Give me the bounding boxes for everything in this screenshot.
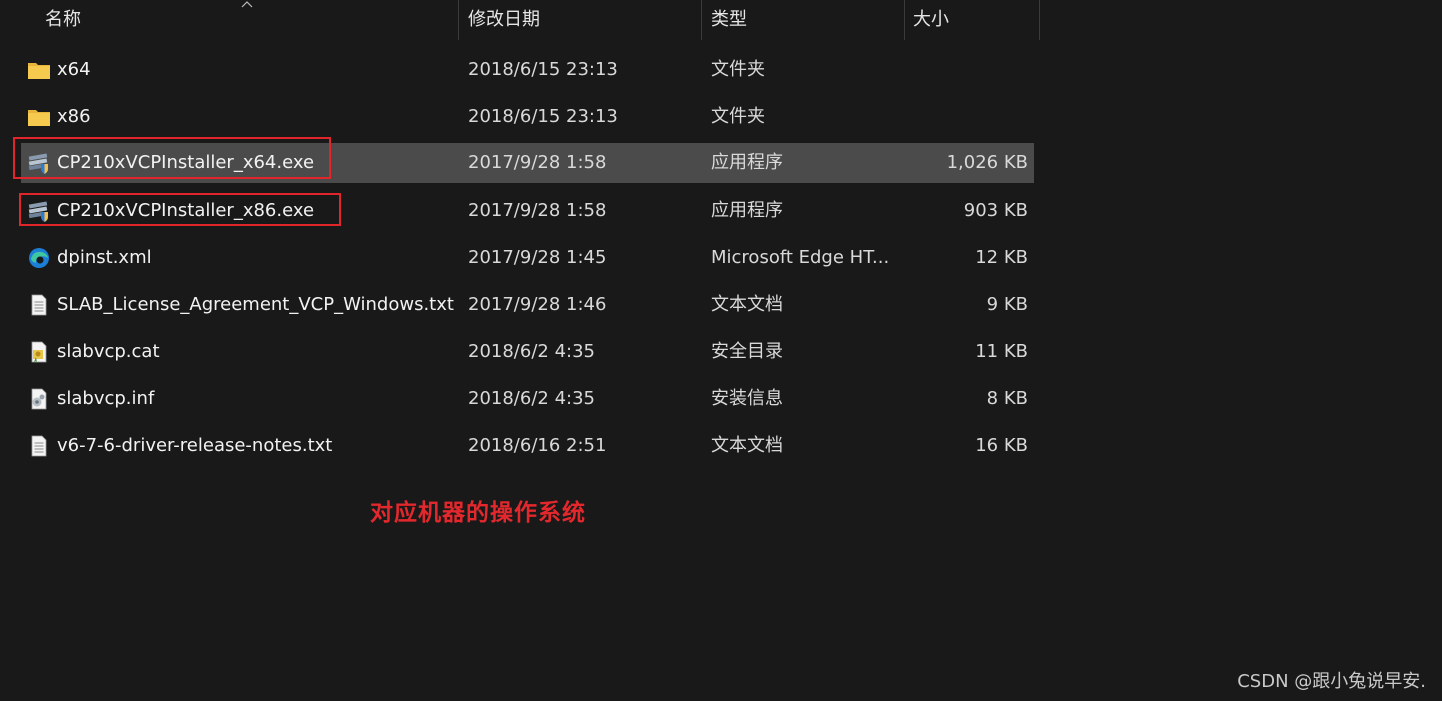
file-size <box>901 50 1028 90</box>
file-size: 8 KB <box>986 388 1028 409</box>
column-divider[interactable] <box>701 0 702 40</box>
file-name: slabvcp.cat <box>57 341 160 362</box>
file-explorer-view: 名称 修改日期 类型 大小 x64 2018/6/15 23:13 文件夹 x8… <box>0 0 1442 701</box>
column-header-bar: 名称 修改日期 类型 大小 <box>0 0 1040 40</box>
file-type: 安装信息 <box>711 388 783 409</box>
file-type: Microsoft Edge HT... <box>711 247 890 268</box>
setup-info-icon <box>31 388 47 410</box>
watermark: CSDN @跟小兔说早安. <box>1237 671 1426 692</box>
security-catalog-icon <box>31 341 47 363</box>
column-header-size[interactable]: 大小 <box>913 0 949 40</box>
file-type: 安全目录 <box>711 341 783 362</box>
highlight-box-x86 <box>19 193 341 226</box>
text-file-icon <box>31 294 47 316</box>
highlight-box-x64 <box>13 137 331 179</box>
file-type: 文件夹 <box>711 59 765 80</box>
file-row-dpinst-xml[interactable]: dpinst.xml 2017/9/28 1:45 Microsoft Edge… <box>21 238 1034 278</box>
file-row-x64-folder[interactable]: x64 2018/6/15 23:13 文件夹 <box>21 50 1034 90</box>
file-date: 2018/6/15 23:13 <box>468 59 618 80</box>
file-size: 11 KB <box>975 341 1028 362</box>
file-type: 文件夹 <box>711 106 765 127</box>
file-date: 2017/9/28 1:58 <box>468 200 607 221</box>
file-type: 应用程序 <box>711 200 783 221</box>
file-size: 16 KB <box>975 435 1028 456</box>
file-type: 文本文档 <box>711 294 783 315</box>
file-date: 2017/9/28 1:46 <box>468 294 607 315</box>
annotation-text: 对应机器的操作系统 <box>370 500 586 526</box>
file-name: slabvcp.inf <box>57 388 155 409</box>
file-size: 1,026 KB <box>946 152 1028 173</box>
file-row-slabvcp-inf[interactable]: slabvcp.inf 2018/6/2 4:35 安装信息 8 KB <box>21 379 1034 419</box>
text-file-icon <box>31 435 47 457</box>
file-row-release-notes-txt[interactable]: v6-7-6-driver-release-notes.txt 2018/6/1… <box>21 426 1034 466</box>
file-size: 12 KB <box>975 247 1028 268</box>
file-date: 2018/6/2 4:35 <box>468 388 595 409</box>
column-header-name[interactable]: 名称 <box>45 0 81 40</box>
file-size: 903 KB <box>963 200 1028 221</box>
folder-icon <box>28 110 50 126</box>
file-size: 9 KB <box>986 294 1028 315</box>
folder-icon <box>28 63 50 79</box>
file-row-license-txt[interactable]: SLAB_License_Agreement_VCP_Windows.txt 2… <box>21 285 1034 325</box>
file-name: v6-7-6-driver-release-notes.txt <box>57 435 333 456</box>
edge-icon <box>29 248 49 268</box>
file-date: 2018/6/15 23:13 <box>468 106 618 127</box>
column-header-type[interactable]: 类型 <box>711 0 747 40</box>
file-name: SLAB_License_Agreement_VCP_Windows.txt <box>57 294 454 315</box>
column-divider[interactable] <box>904 0 905 40</box>
file-name: x64 <box>57 59 91 80</box>
file-date: 2017/9/28 1:45 <box>468 247 607 268</box>
column-divider[interactable] <box>1039 0 1040 40</box>
file-type: 文本文档 <box>711 435 783 456</box>
column-header-date[interactable]: 修改日期 <box>468 0 540 40</box>
file-date: 2018/6/16 2:51 <box>468 435 607 456</box>
column-divider[interactable] <box>458 0 459 40</box>
file-name: x86 <box>57 106 91 127</box>
file-date: 2018/6/2 4:35 <box>468 341 595 362</box>
file-date: 2017/9/28 1:58 <box>468 152 607 173</box>
file-type: 应用程序 <box>711 152 783 173</box>
file-row-x86-folder[interactable]: x86 2018/6/15 23:13 文件夹 <box>21 97 1034 137</box>
sort-ascending-icon <box>241 1 253 8</box>
file-name: dpinst.xml <box>57 247 152 268</box>
file-size <box>901 97 1028 137</box>
file-row-slabvcp-cat[interactable]: slabvcp.cat 2018/6/2 4:35 安全目录 11 KB <box>21 332 1034 372</box>
